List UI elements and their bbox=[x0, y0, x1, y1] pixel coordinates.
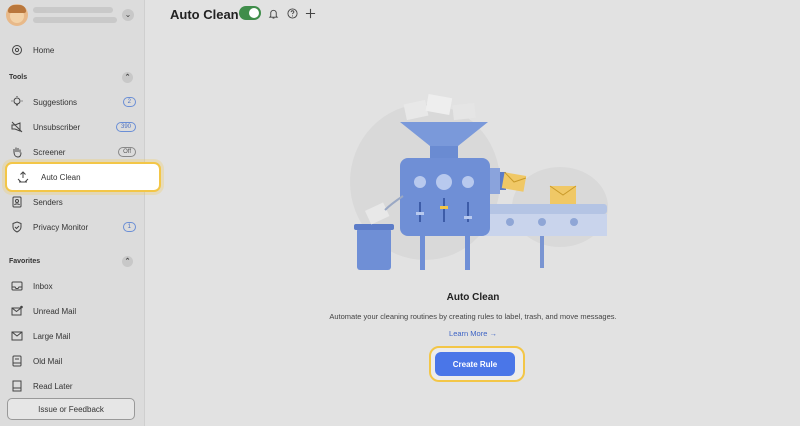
sidebar-item-label: Suggestions bbox=[33, 97, 78, 107]
empty-state-title: Auto Clean bbox=[446, 292, 500, 303]
count-badge: 2 bbox=[122, 97, 136, 107]
sidebar-item-label: Inbox bbox=[33, 281, 53, 291]
sidebar-item-read-later[interactable]: Read Later bbox=[10, 376, 136, 396]
sidebar-item-label: Large Mail bbox=[33, 331, 71, 341]
sidebar-item-label: Home bbox=[33, 45, 55, 55]
section-title: Tools bbox=[9, 74, 28, 81]
sidebar: ⌄ Home Tools ⌃ Suggestions 2 Unsubscribe… bbox=[0, 0, 145, 426]
contact-card-icon bbox=[10, 195, 24, 209]
recycle-icon bbox=[17, 170, 31, 184]
chevron-down-icon[interactable]: ⌄ bbox=[122, 9, 134, 21]
sidebar-item-label: Privacy Monitor bbox=[33, 222, 89, 232]
status-badge: Off bbox=[118, 147, 136, 157]
sidebar-item-senders[interactable]: Senders bbox=[10, 192, 136, 212]
sidebar-item-unread-mail[interactable]: Unread Mail bbox=[10, 301, 136, 321]
inbox-icon bbox=[10, 279, 24, 293]
chevron-up-icon[interactable]: ⌃ bbox=[122, 72, 133, 83]
unread-mail-icon bbox=[10, 304, 24, 318]
hand-icon bbox=[10, 145, 24, 159]
count-badge: 1 bbox=[122, 222, 136, 232]
lightbulb-icon bbox=[10, 95, 24, 109]
sidebar-item-screener[interactable]: Screener Off bbox=[10, 142, 136, 162]
sidebar-item-unsubscriber[interactable]: Unsubscriber 390 bbox=[10, 117, 136, 137]
sidebar-item-label: Read Later bbox=[33, 381, 73, 391]
sidebar-item-privacy-monitor[interactable]: Privacy Monitor 1 bbox=[10, 217, 136, 237]
learn-more-link[interactable]: Learn More → bbox=[146, 329, 800, 338]
sidebar-item-suggestions[interactable]: Suggestions 2 bbox=[10, 92, 136, 112]
sidebar-item-label: Unread Mail bbox=[33, 306, 77, 316]
empty-state-description: Automate your cleaning routines by creat… bbox=[329, 312, 617, 321]
sidebar-item-label: Auto Clean bbox=[41, 172, 81, 182]
tools-section-header[interactable]: Tools ⌃ bbox=[9, 72, 133, 83]
account-email-redacted bbox=[33, 17, 117, 23]
sidebar-item-large-mail[interactable]: Large Mail bbox=[10, 326, 136, 346]
bookmark-icon bbox=[10, 379, 24, 393]
sidebar-item-label: Unsubscriber bbox=[33, 122, 81, 132]
count-badge: 390 bbox=[115, 122, 136, 132]
account-name-redacted bbox=[33, 7, 113, 13]
section-title: Favorites bbox=[9, 258, 41, 265]
sidebar-item-label: Old Mail bbox=[33, 356, 63, 366]
shield-check-icon bbox=[10, 220, 24, 234]
help-icon[interactable] bbox=[287, 8, 298, 19]
auto-clean-toggle[interactable] bbox=[239, 6, 261, 20]
favorites-section-header[interactable]: Favorites ⌃ bbox=[9, 256, 133, 267]
chevron-up-icon[interactable]: ⌃ bbox=[122, 256, 133, 267]
account-switcher[interactable]: ⌄ bbox=[6, 4, 136, 26]
home-icon bbox=[10, 43, 24, 57]
sidebar-item-inbox[interactable]: Inbox bbox=[10, 276, 136, 296]
auto-clean-illustration bbox=[345, 92, 610, 274]
sidebar-item-old-mail[interactable]: Old Mail bbox=[10, 351, 136, 371]
sidebar-item-label: Senders bbox=[33, 197, 63, 207]
bell-icon[interactable] bbox=[268, 8, 279, 19]
add-icon[interactable] bbox=[305, 8, 316, 19]
sidebar-item-label: Screener bbox=[33, 147, 66, 157]
old-mail-icon bbox=[10, 354, 24, 368]
sidebar-item-home[interactable]: Home bbox=[10, 40, 136, 60]
large-mail-icon bbox=[10, 329, 24, 343]
create-rule-button[interactable]: Create Rule bbox=[435, 352, 515, 376]
page-title: Auto Clean bbox=[170, 7, 239, 22]
megaphone-off-icon bbox=[10, 120, 24, 134]
sidebar-item-auto-clean[interactable]: Auto Clean bbox=[5, 162, 161, 192]
issue-feedback-button[interactable]: Issue or Feedback bbox=[7, 398, 135, 420]
avatar bbox=[6, 4, 28, 26]
